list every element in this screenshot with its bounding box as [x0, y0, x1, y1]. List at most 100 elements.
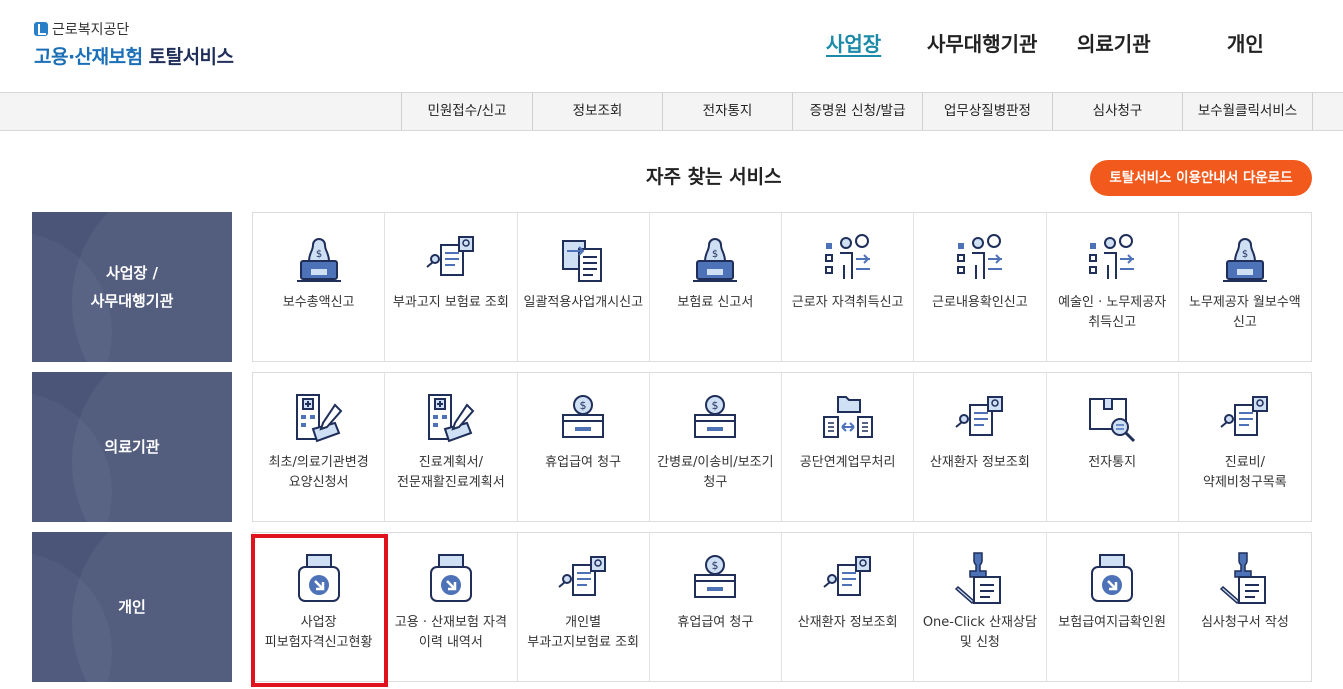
svg-text:$: $: [1242, 249, 1248, 260]
sub-nav-item-certificate[interactable]: 증명원 신청/발급: [792, 93, 922, 130]
sub-nav-item-oneclick[interactable]: 보수월클릭서비스: [1182, 93, 1313, 130]
top-nav: 사업장 사무대행기관 의료기관 개인: [0, 28, 1343, 58]
sub-nav-item-info[interactable]: 정보조회: [532, 93, 662, 130]
box-search-icon: [1084, 391, 1140, 447]
service-tile[interactable]: 부과고지 보험료 조회: [385, 213, 518, 361]
stamp-document-icon: [1217, 551, 1273, 607]
top-nav-medical[interactable]: 의료기관: [1077, 28, 1151, 57]
svg-text:$: $: [712, 249, 718, 260]
service-tile[interactable]: 진료비/약제비청구목록: [1178, 373, 1311, 521]
printer-download-icon: [1084, 551, 1140, 607]
service-tile-label: 개인별 부과고지보험료 조회: [527, 615, 640, 650]
money-laptop-icon: $: [1217, 231, 1273, 287]
service-tile[interactable]: One-Click 산재상담 및 신청: [914, 533, 1047, 681]
service-tile-label: 간병료/이송비/보조기 청구: [657, 455, 774, 490]
svg-text:$: $: [580, 399, 587, 412]
service-tile[interactable]: 일괄적용사업개시신고: [517, 213, 650, 361]
service-tile[interactable]: 진료계획서/전문재활진료계획서: [385, 373, 518, 521]
service-tile[interactable]: $ 휴업급여 청구: [517, 373, 650, 521]
sub-nav-item-disease[interactable]: 업무상질병판정: [922, 93, 1052, 130]
service-tile[interactable]: 근로내용확인신고: [914, 213, 1047, 361]
service-tile[interactable]: $ 보험료 신고서: [649, 213, 782, 361]
service-tile-label: 근로자 자격취득신고: [791, 295, 904, 310]
service-tile[interactable]: 고용 · 산재보험 자격 이력 내역서: [385, 533, 518, 681]
service-tile[interactable]: 심사청구서 작성: [1178, 533, 1311, 681]
category-medical: 의료기관: [32, 372, 232, 522]
service-tile[interactable]: 공단연계업무처리: [782, 373, 915, 521]
document-search-icon: [820, 551, 876, 607]
service-tile-label: 휴업급여 청구: [677, 615, 754, 630]
service-tile-label: 보험급여지급확인원: [1058, 615, 1166, 630]
top-nav-agency[interactable]: 사무대행기관: [927, 28, 1037, 57]
service-tile[interactable]: 보험급여지급확인원: [1046, 533, 1179, 681]
service-tile[interactable]: 전자통지: [1046, 373, 1179, 521]
service-tile[interactable]: 산재환자 정보조회: [914, 373, 1047, 521]
service-tile-label: 사업장 피보험자격신고현황: [264, 615, 373, 650]
service-tile-label: 보수총액신고: [282, 295, 355, 310]
svg-text:$: $: [712, 559, 719, 572]
category-label: 의료기관: [104, 438, 160, 456]
person-checklist-icon: [952, 231, 1008, 287]
service-tile-label: One-Click 산재상담 및 신청: [922, 615, 1037, 650]
service-tile[interactable]: 개인별 부과고지보험료 조회: [517, 533, 650, 681]
section-title: 자주 찾는 서비스: [646, 166, 782, 188]
service-tile-label: 전자통지: [1088, 455, 1137, 470]
printer-download-icon: [423, 551, 479, 607]
hospital-document-icon: [291, 391, 347, 447]
category-individual: 개인: [32, 532, 232, 682]
money-box-icon: $: [687, 391, 743, 447]
service-tile[interactable]: 예술인 · 노무제공자 취득신고: [1046, 213, 1179, 361]
service-tile-label: 고용 · 산재보험 자격 이력 내역서: [394, 615, 507, 650]
service-tile-label: 진료계획서/전문재활진료계획서: [397, 455, 505, 490]
document-search-icon: [555, 551, 611, 607]
hospital-document-icon: [423, 391, 479, 447]
service-tile-label: 예술인 · 노무제공자 취득신고: [1058, 295, 1167, 330]
document-search-icon: [423, 231, 479, 287]
money-box-icon: $: [555, 391, 611, 447]
download-guide-button[interactable]: 토탈서비스 이용안내서 다운로드: [1090, 160, 1312, 196]
service-tile-label: 근로내용확인신고: [932, 295, 1028, 310]
person-checklist-icon: [820, 231, 876, 287]
sub-nav-item-review[interactable]: 심사청구: [1052, 93, 1182, 130]
top-nav-business[interactable]: 사업장: [826, 28, 881, 57]
category-business: 사업장 / 사무대행기관: [32, 212, 232, 362]
service-tile-label: 일괄적용사업개시신고: [523, 295, 644, 310]
service-tile-label: 공단연계업무처리: [799, 455, 896, 470]
service-tile-label: 최초/의료기관변경 요양신청서: [268, 455, 369, 490]
top-nav-individual[interactable]: 개인: [1227, 28, 1264, 57]
money-laptop-icon: $: [687, 231, 743, 287]
service-row-individual: 사업장 피보험자격신고현황 고용 · 산재보험 자격 이력 내역서 개인별 부과고지…: [252, 532, 1312, 682]
sub-nav: 민원접수/신고 정보조회 전자통지 증명원 신청/발급 업무상질병판정 심사청구…: [0, 92, 1343, 131]
service-row-medical: 최초/의료기관변경 요양신청서 진료계획서/전문재활진료계획서 $ 휴업급여 청구 $ 간…: [252, 372, 1312, 522]
sub-nav-item-civil[interactable]: 민원접수/신고: [401, 93, 532, 130]
service-tile-label: 산재환자 정보조회: [929, 455, 1030, 470]
category-label: 사업장 / 사무대행기관: [90, 264, 174, 310]
service-tile-label: 심사청구서 작성: [1200, 615, 1289, 630]
category-label: 개인: [118, 598, 146, 616]
document-search-icon: [1217, 391, 1273, 447]
service-tile[interactable]: 사업장 피보험자격신고현황: [253, 533, 386, 681]
service-tile-label: 휴업급여 청구: [545, 455, 622, 470]
service-tile[interactable]: $ 노무제공자 월보수액 신고: [1178, 213, 1311, 361]
service-tile-label: 노무제공자 월보수액 신고: [1188, 295, 1301, 330]
stamp-document-icon: [952, 551, 1008, 607]
person-checklist-icon: [1084, 231, 1140, 287]
service-tile[interactable]: $ 간병료/이송비/보조기 청구: [649, 373, 782, 521]
header: 근로복지공단 고용·산재보험 토탈서비스 사업장 사무대행기관 의료기관 개인: [0, 0, 1343, 92]
service-tile[interactable]: 최초/의료기관변경 요양신청서: [253, 373, 386, 521]
money-laptop-icon: $: [291, 231, 347, 287]
money-box-icon: $: [687, 551, 743, 607]
svg-text:$: $: [712, 399, 719, 412]
printer-download-icon: [291, 551, 347, 607]
folder-exchange-icon: [820, 391, 876, 447]
service-tile-label: 보험료 신고서: [677, 295, 754, 310]
service-tile[interactable]: $ 휴업급여 청구: [649, 533, 782, 681]
service-tile[interactable]: 근로자 자격취득신고: [782, 213, 915, 361]
service-row-business: $ 보수총액신고 부과고지 보험료 조회 일괄적용사업개시신고 $ 보험료 신고서 근로자 …: [252, 212, 1312, 362]
sub-nav-item-notice[interactable]: 전자통지: [662, 93, 792, 130]
service-tile[interactable]: 산재환자 정보조회: [782, 533, 915, 681]
service-tile-label: 부과고지 보험료 조회: [392, 295, 509, 310]
service-tile[interactable]: $ 보수총액신고: [253, 213, 386, 361]
document-search-icon: [952, 391, 1008, 447]
svg-text:$: $: [315, 249, 321, 260]
